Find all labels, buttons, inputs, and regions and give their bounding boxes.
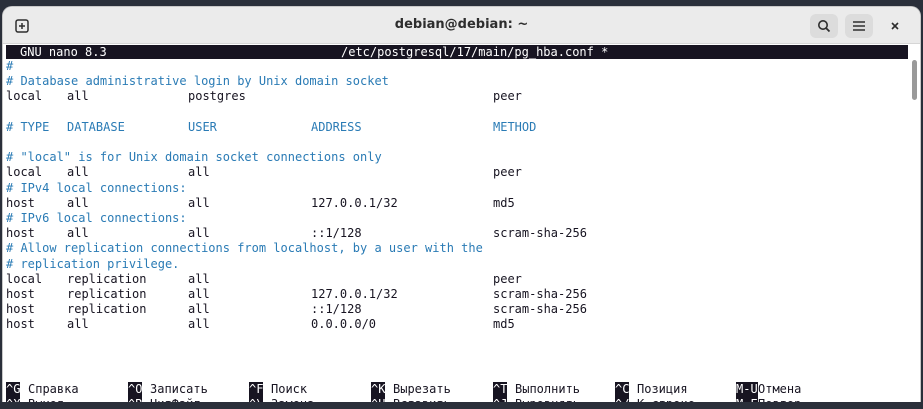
editor-line[interactable]: # IPv6 local connections: <box>6 211 187 226</box>
title-bar: debian@debian: ~ <box>3 7 920 44</box>
config-field: ::1/128 <box>311 226 362 241</box>
config-field: replication <box>67 302 147 317</box>
column-header: ADDRESS <box>311 119 362 134</box>
editor-line[interactable]: # Database administrative login by Unix … <box>6 74 389 89</box>
config-field: host <box>6 317 35 332</box>
editor-line[interactable]: # <box>6 59 13 74</box>
editor-line[interactable]: # replication privilege. <box>6 257 179 272</box>
config-field: peer <box>493 89 522 104</box>
config-field: 127.0.0.1/32 <box>311 195 398 210</box>
config-field: host <box>6 287 35 301</box>
config-field: all <box>188 195 210 210</box>
desktop-background <box>0 402 923 409</box>
config-field: local <box>6 271 43 286</box>
shortcut-label[interactable]: Поиск <box>271 382 307 397</box>
shortcut-label[interactable]: Отмена <box>758 382 801 397</box>
shortcut-key[interactable]: ^T <box>493 382 508 398</box>
shortcut-key[interactable]: ^C <box>615 382 630 398</box>
config-field: all <box>188 302 210 317</box>
column-header: DATABASE <box>67 119 125 134</box>
config-field: 0.0.0.0/0 <box>311 317 377 332</box>
config-field: all <box>67 317 89 332</box>
config-field: local <box>6 89 43 104</box>
config-field: scram-sha-256 <box>493 287 587 301</box>
comment-text: # <box>6 59 14 73</box>
column-header: METHOD <box>493 119 537 134</box>
search-icon <box>818 20 831 33</box>
menu-button[interactable] <box>845 14 873 38</box>
config-field: 127.0.0.1/32 <box>311 287 398 301</box>
shortcut-key[interactable]: ^O <box>128 382 143 398</box>
config-field: md5 <box>493 195 515 210</box>
shortcut-label[interactable]: Выполнить <box>515 382 580 397</box>
config-field: local <box>6 165 43 180</box>
shortcut-label[interactable]: Позиция <box>637 382 688 397</box>
terminal-window: debian@debian: ~ GNU nano 8.3 /etc/postg… <box>3 7 920 409</box>
comment-text: # Allow replication connections from loc… <box>6 241 483 256</box>
shortcut-key[interactable]: ^F <box>249 382 264 398</box>
comment-text: # IPv4 local connections: <box>6 180 187 195</box>
config-field: all <box>188 226 210 241</box>
shortcut-key[interactable]: ^K <box>371 382 386 398</box>
config-field: all <box>188 271 210 286</box>
editor-line[interactable]: # "local" is for Unix domain socket conn… <box>6 150 382 165</box>
config-field: replication <box>67 271 147 286</box>
search-button[interactable] <box>810 14 838 38</box>
config-field: peer <box>493 271 522 286</box>
shortcut-label[interactable]: Записать <box>150 382 208 397</box>
window-title: debian@debian: ~ <box>394 17 529 32</box>
terminal-content[interactable]: GNU nano 8.3 /etc/postgresql/17/main/pg_… <box>3 44 920 409</box>
column-header: # TYPE <box>6 119 50 134</box>
shortcut-label[interactable]: Справка <box>28 382 79 397</box>
config-field: all <box>67 165 89 180</box>
scrollbar[interactable] <box>911 48 918 403</box>
column-header: USER <box>188 119 217 134</box>
comment-text: # IPv6 local connections: <box>6 211 187 225</box>
config-field: host <box>6 302 35 317</box>
config-field: scram-sha-256 <box>493 226 587 241</box>
shortcut-key[interactable]: ^G <box>6 382 21 398</box>
file-path: /etc/postgresql/17/main/pg_hba.conf * <box>341 45 609 59</box>
config-field: peer <box>493 165 522 180</box>
comment-text: # "local" is for Unix domain socket conn… <box>6 150 382 165</box>
hamburger-menu-icon <box>853 21 865 31</box>
config-field: ::1/128 <box>311 302 362 317</box>
config-field: all <box>67 89 89 104</box>
comment-text: # Database administrative login by Unix … <box>6 74 389 89</box>
config-field: replication <box>67 287 147 301</box>
config-field: all <box>67 195 89 210</box>
close-button[interactable] <box>883 14 907 38</box>
config-field: host <box>6 195 35 210</box>
config-field: all <box>188 165 210 180</box>
close-icon <box>891 22 899 30</box>
config-field: all <box>67 226 89 241</box>
config-field: scram-sha-256 <box>493 302 587 317</box>
config-field: md5 <box>493 317 515 332</box>
comment-text: # replication privilege. <box>6 256 180 271</box>
scrollbar-thumb[interactable] <box>912 60 917 100</box>
nano-version: GNU nano 8.3 <box>20 45 107 59</box>
config-field: all <box>188 317 210 332</box>
config-field: all <box>188 287 210 301</box>
config-field: host <box>6 226 35 241</box>
editor-line[interactable]: # Allow replication connections from loc… <box>6 241 483 256</box>
shortcut-key[interactable]: M-U <box>736 382 758 398</box>
editor-line[interactable]: # IPv4 local connections: <box>6 181 187 196</box>
nano-title-bar: GNU nano 8.3 /etc/postgresql/17/main/pg_… <box>6 45 908 59</box>
shortcut-label[interactable]: Вырезать <box>393 382 451 397</box>
config-field: postgres <box>188 89 246 104</box>
